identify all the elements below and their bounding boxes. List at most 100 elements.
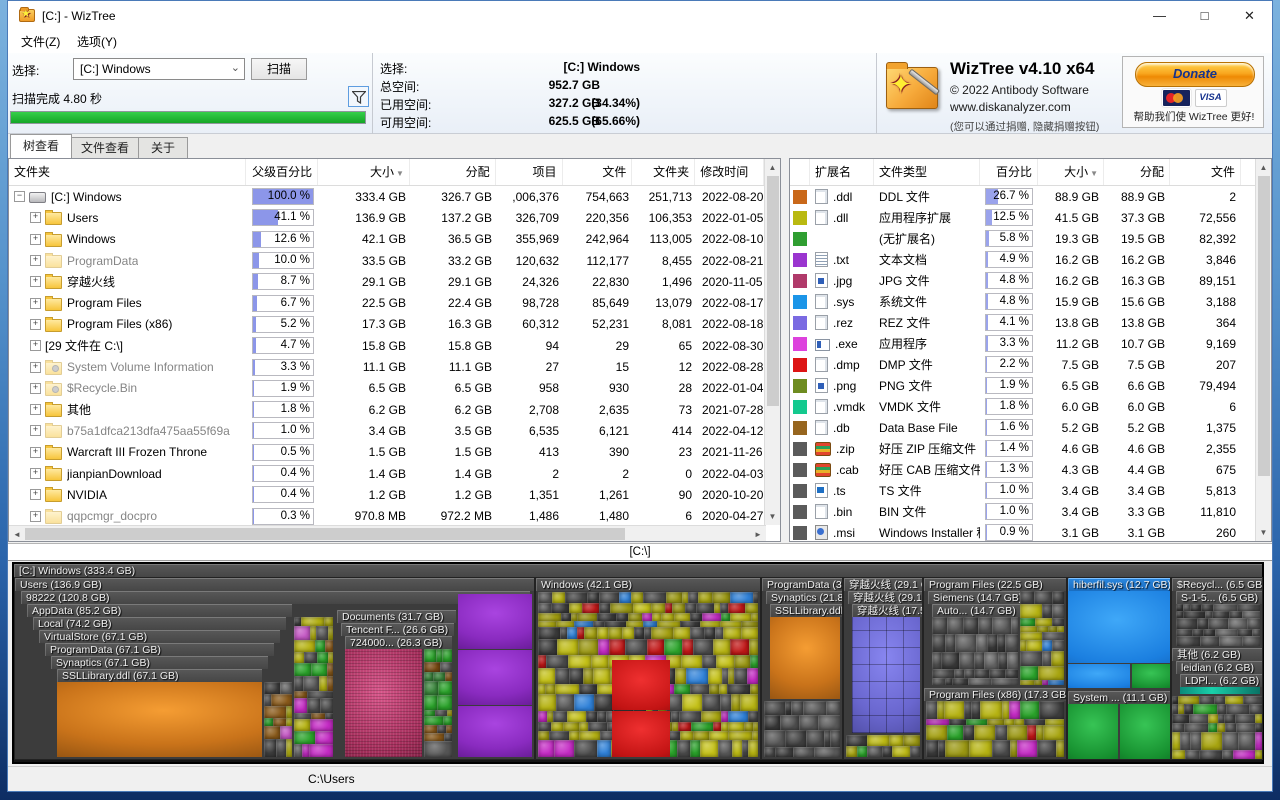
treemap-file-tile[interactable] [680, 731, 693, 740]
treemap-file-tile[interactable] [1229, 611, 1242, 618]
ext-table-header-cell[interactable]: 大小▼ [1038, 159, 1104, 185]
treemap-file-tile[interactable] [1011, 617, 1018, 634]
table-row[interactable]: (无扩展名)5.8 %19.3 GB19.5 GB82,392 [790, 228, 1255, 249]
treemap-file-tile[interactable] [445, 672, 452, 681]
treemap-file-tile[interactable] [1237, 629, 1252, 636]
treemap-file-tile[interactable] [446, 725, 452, 733]
treemap-block[interactable] [1068, 704, 1118, 759]
treemap-section-label[interactable]: Auto... (14.7 GB) [932, 604, 1020, 617]
treemap-file-tile[interactable] [666, 592, 682, 603]
treemap-section-label[interactable]: S-1-5... (6.5 GB) [1176, 591, 1262, 604]
treemap-file-tile[interactable] [1042, 632, 1064, 640]
treemap-file-tile[interactable] [903, 735, 920, 746]
table-row[interactable]: +Warcraft III Frozen Throne0.5 %1.5 GB1.… [9, 442, 766, 463]
treemap-file-tile[interactable] [286, 706, 292, 718]
treemap-file-tile[interactable] [952, 678, 968, 685]
treemap-file-tile[interactable] [719, 684, 727, 694]
treemap-file-tile[interactable] [538, 711, 547, 722]
treemap-file-tile[interactable] [286, 718, 292, 726]
treemap-file-tile[interactable] [1236, 723, 1255, 732]
donate-button[interactable]: Donate [1135, 62, 1255, 87]
treemap-file-tile[interactable] [424, 695, 437, 710]
expand-icon[interactable]: + [30, 319, 41, 330]
treemap-file-tile[interactable] [702, 655, 716, 668]
treemap-file-tile[interactable] [1176, 636, 1200, 646]
treemap-file-tile[interactable] [938, 740, 945, 757]
treemap-file-tile[interactable] [301, 617, 324, 626]
treemap-file-tile[interactable] [688, 592, 698, 603]
treemap-file-tile[interactable] [661, 613, 674, 621]
ext-table-header-cell[interactable]: 扩展名 [810, 159, 874, 185]
treemap-section-label[interactable]: 其他 (6.2 GB) [1172, 648, 1262, 661]
treemap-file-tile[interactable] [954, 669, 964, 678]
treemap-file-tile[interactable] [764, 701, 785, 715]
treemap-file-tile[interactable] [1034, 680, 1042, 685]
treemap-file-tile[interactable] [926, 740, 938, 757]
treemap-file-tile[interactable] [437, 725, 446, 733]
treemap-file-tile[interactable] [1039, 701, 1064, 719]
treemap-file-tile[interactable] [1005, 669, 1018, 678]
treemap-block[interactable] [1180, 687, 1260, 694]
expand-icon[interactable]: + [30, 425, 41, 436]
treemap-file-tile[interactable] [709, 684, 719, 694]
treemap-file-tile[interactable] [644, 627, 651, 639]
table-row[interactable]: .zip好压 ZIP 压缩文件1.4 %4.6 GB4.6 GB2,355 [790, 438, 1255, 459]
treemap-file-tile[interactable] [577, 627, 584, 639]
table-row[interactable]: .dll应用程序扩展12.5 %41.5 GB37.3 GB72,556 [790, 207, 1255, 228]
treemap-file-tile[interactable] [989, 669, 1005, 678]
treemap-file-tile[interactable] [1010, 740, 1017, 757]
treemap-file-tile[interactable] [1183, 611, 1205, 618]
treemap-file-tile[interactable] [1217, 704, 1226, 714]
expand-icon[interactable]: + [30, 489, 41, 500]
treemap-file-tile[interactable] [932, 669, 954, 678]
ext-table-header-cell[interactable]: 文件 [1170, 159, 1241, 185]
treemap-file-tile[interactable] [303, 676, 319, 691]
treemap-file-tile[interactable] [1193, 704, 1217, 714]
treemap-file-tile[interactable] [698, 592, 712, 603]
treemap-file-tile[interactable] [642, 613, 652, 621]
treemap-file-tile[interactable] [830, 730, 840, 747]
treemap-file-tile[interactable] [731, 694, 740, 711]
treemap-file-tile[interactable] [693, 639, 713, 655]
treemap-file-tile[interactable] [882, 746, 892, 757]
treemap-file-tile[interactable] [545, 684, 555, 694]
tab-file-view[interactable]: 文件查看 [68, 137, 142, 158]
treemap-file-tile[interactable] [730, 639, 749, 655]
treemap-file-tile[interactable] [563, 722, 579, 731]
treemap-file-tile[interactable] [1172, 714, 1189, 723]
treemap-file-tile[interactable] [631, 592, 643, 603]
treemap-file-tile[interactable] [685, 603, 696, 613]
treemap-file-tile[interactable] [998, 652, 1007, 669]
treemap-file-tile[interactable] [1036, 725, 1043, 740]
treemap-file-tile[interactable] [1247, 618, 1260, 629]
treemap-section-label[interactable]: Synaptics (67.1 GB) [51, 656, 268, 669]
treemap-file-tile[interactable] [587, 592, 599, 603]
treemap-file-tile[interactable] [1222, 750, 1233, 759]
treemap-file-tile[interactable] [294, 626, 310, 640]
treemap-file-tile[interactable] [597, 627, 608, 639]
treemap-file-tile[interactable] [1219, 636, 1242, 646]
treemap-section-label[interactable]: [C:] Windows (333.4 GB) [14, 564, 1262, 577]
treemap-file-tile[interactable] [1208, 714, 1218, 723]
scroll-left-icon[interactable]: ◄ [11, 530, 23, 539]
expand-icon[interactable]: + [30, 276, 41, 287]
treemap-section-label[interactable]: Users (136.9 GB) [15, 578, 534, 591]
treemap-file-tile[interactable] [264, 718, 273, 726]
treemap-section-label[interactable]: 98222 (120.8 GB) [21, 591, 530, 604]
treemap-block[interactable] [612, 711, 670, 757]
treemap-file-tile[interactable] [1005, 634, 1018, 652]
treemap-file-tile[interactable] [625, 639, 647, 655]
table-row[interactable]: +[29 文件在 C:\]4.7 %15.8 GB15.8 GB94296520… [9, 335, 766, 356]
treemap-file-tile[interactable] [1172, 732, 1180, 750]
treemap-file-tile[interactable] [1225, 696, 1243, 704]
treemap-file-tile[interactable] [1034, 591, 1052, 604]
treemap-file-tile[interactable] [741, 627, 758, 639]
treemap-file-tile[interactable] [319, 676, 327, 691]
treemap-file-tile[interactable] [1201, 732, 1222, 750]
treemap-file-tile[interactable] [675, 668, 686, 684]
table-row[interactable]: +Windows12.6 %42.1 GB36.5 GB355,969242,9… [9, 229, 766, 250]
treemap-file-tile[interactable] [732, 740, 742, 757]
treemap-file-tile[interactable] [271, 694, 292, 706]
treemap-file-tile[interactable] [538, 592, 552, 603]
expand-icon[interactable]: + [30, 340, 41, 351]
